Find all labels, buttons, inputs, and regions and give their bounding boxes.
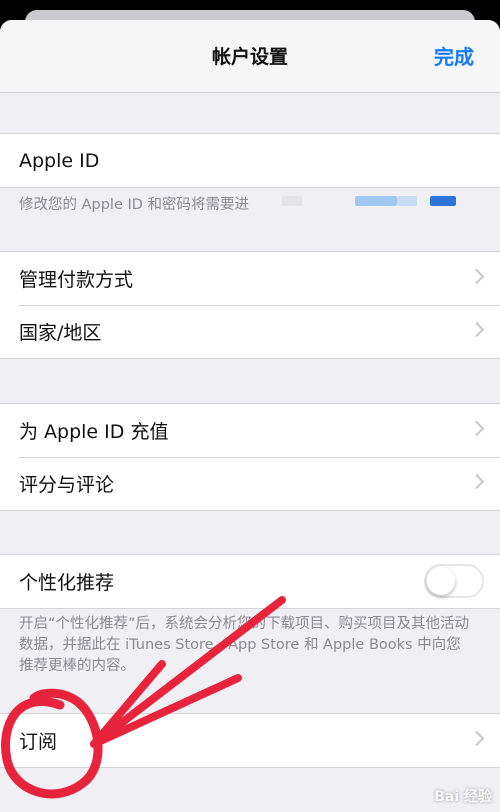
add-funds-label: 为 Apple ID 充值 — [19, 421, 169, 443]
subscription-label: 订阅 — [19, 731, 58, 753]
personalization-label: 个性化推荐 — [19, 572, 115, 594]
chevron-right-icon — [468, 268, 485, 285]
redacted-email-block — [397, 196, 417, 206]
add-funds-row[interactable]: 为 Apple ID 充值 — [0, 404, 500, 457]
redacted-email-block — [355, 196, 397, 206]
subscription-group: 订阅 — [0, 713, 500, 768]
apple-id-group: Apple ID — [0, 133, 500, 188]
redacted-email-block — [282, 196, 302, 206]
chevron-right-icon — [468, 420, 485, 437]
personalization-toggle[interactable] — [424, 564, 484, 598]
personalization-row: 个性化推荐 — [0, 555, 500, 608]
personalization-note: 开启“个性化推荐”后，系统会分析您的下载项目、购买项目及其他活动数据，并据此在 … — [19, 614, 474, 677]
credit-group: 为 Apple ID 充值 评分与评论 — [0, 403, 500, 511]
subscription-row[interactable]: 订阅 — [0, 714, 500, 767]
ratings-reviews-row[interactable]: 评分与评论 — [0, 457, 500, 510]
apple-id-row[interactable]: Apple ID — [0, 134, 500, 187]
country-region-row[interactable]: 国家/地区 — [0, 305, 500, 358]
screen: 帐户设置 完成 Apple ID 修改您的 Apple ID 和密码将需要进 管… — [0, 0, 500, 812]
page-title: 帐户设置 — [211, 46, 288, 68]
chevron-right-icon — [468, 473, 485, 490]
manage-payment-label: 管理付款方式 — [19, 269, 134, 291]
ratings-reviews-label: 评分与评论 — [19, 474, 115, 496]
apple-id-label: Apple ID — [19, 149, 100, 172]
account-settings-sheet: 帐户设置 完成 Apple ID 修改您的 Apple ID 和密码将需要进 管… — [0, 20, 500, 812]
personalization-note-text: 开启“个性化推荐”后，系统会分析您的下载项目、购买项目及其他活动数据，并据此在 … — [19, 616, 470, 674]
country-region-label: 国家/地区 — [19, 322, 102, 344]
manage-payment-row[interactable]: 管理付款方式 — [0, 252, 500, 305]
chevron-right-icon — [468, 321, 485, 338]
baidu-watermark: Bai 经验 — [434, 789, 492, 805]
apple-id-note-text: 修改您的 Apple ID 和密码将需要进 — [19, 197, 250, 213]
chevron-right-icon — [468, 730, 485, 747]
done-button[interactable]: 完成 — [434, 41, 474, 70]
redacted-email-block — [430, 196, 456, 206]
navigation-bar: 帐户设置 完成 — [0, 20, 500, 93]
toggle-knob — [427, 567, 455, 595]
personalization-group: 个性化推荐 — [0, 554, 500, 609]
payment-group: 管理付款方式 国家/地区 — [0, 251, 500, 359]
